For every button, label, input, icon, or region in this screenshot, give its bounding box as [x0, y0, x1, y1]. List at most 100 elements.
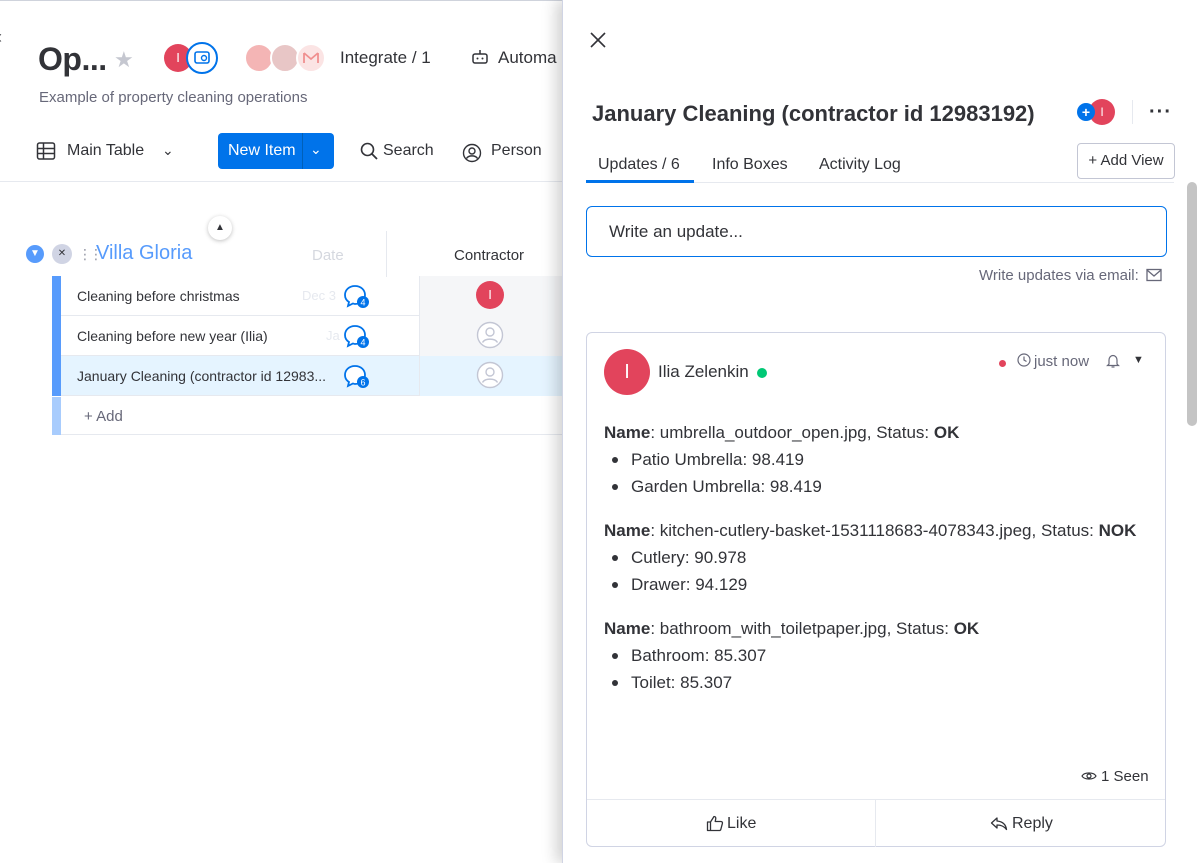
detection-item: Patio Umbrella: 98.419: [604, 446, 1144, 473]
empty-person-icon: [476, 361, 504, 389]
integrations-icons[interactable]: [244, 43, 330, 73]
search-icon: [360, 142, 378, 160]
entry-filename: umbrella_outdoor_open.jpg: [659, 423, 867, 442]
panel-scrollbar[interactable]: [1187, 182, 1197, 426]
name-label: Name: [604, 423, 651, 442]
unread-dot: [999, 360, 1006, 367]
table-row[interactable]: Cleaning before new year (Ilia) Ja 4: [52, 316, 562, 356]
header-divider: [1132, 100, 1133, 124]
item-title[interactable]: January Cleaning (contractor id 12983192…: [592, 101, 1035, 127]
board-viewers-icon[interactable]: [186, 42, 218, 74]
item-name[interactable]: January Cleaning (contractor id 12983...: [77, 368, 326, 384]
tab-updates[interactable]: Updates / 6: [598, 156, 680, 174]
post-menu-caret-icon[interactable]: ▼: [1133, 354, 1144, 366]
item-date: Ja: [326, 328, 340, 343]
contractor-cell[interactable]: [419, 316, 562, 356]
seen-count[interactable]: 1 Seen: [1101, 768, 1149, 785]
integrate-button[interactable]: Integrate / 1: [340, 48, 431, 68]
post-body: Name: umbrella_outdoor_open.jpg, Status:…: [604, 419, 1144, 713]
status-label: Status: [896, 619, 945, 638]
automate-button[interactable]: Automa: [498, 48, 557, 68]
tab-activity-log[interactable]: Activity Log: [819, 156, 901, 174]
email-updates-link[interactable]: Write updates via email:: [979, 267, 1139, 284]
item-name[interactable]: Cleaning before new year (Ilia): [77, 328, 268, 344]
detection-entry: Name: bathroom_with_toiletpaper.jpg, Sta…: [604, 615, 1144, 696]
gmail-icon: [296, 43, 326, 73]
table-row[interactable]: Cleaning before christmas Dec 3 4 I: [52, 276, 562, 316]
contractor-cell[interactable]: I: [419, 276, 562, 316]
star-icon[interactable]: ★: [114, 47, 134, 73]
detection-entry: Name: kitchen-cutlery-basket-1531118683-…: [604, 517, 1144, 598]
new-item-button[interactable]: New Item ⌄: [218, 133, 334, 169]
reply-label: Reply: [1012, 815, 1053, 832]
updates-count: 4: [360, 298, 365, 308]
group-color-bar: [52, 276, 61, 316]
back-chevron-icon[interactable]: ‹: [0, 27, 14, 49]
search-button[interactable]: Search: [383, 142, 434, 160]
entry-status: OK: [933, 423, 960, 442]
like-button[interactable]: Like: [587, 800, 876, 847]
online-status-dot: [757, 368, 767, 378]
group-collapse-icon[interactable]: ▼: [26, 245, 44, 263]
new-item-dropdown-icon[interactable]: ⌄: [310, 141, 322, 158]
date-column-header[interactable]: Date: [312, 247, 344, 264]
board-area: ‹ Op... ★ I Integrate / 1 Automa Example…: [0, 0, 562, 863]
more-options-icon[interactable]: ···: [1149, 101, 1172, 124]
eye-icon: [1081, 772, 1097, 780]
detection-item: Garden Umbrella: 98.419: [604, 473, 1144, 500]
toolbar-divider: [0, 181, 562, 182]
add-item-label[interactable]: + Add: [84, 408, 123, 425]
detection-item: Drawer: 94.129: [604, 571, 1144, 598]
subscribers[interactable]: + I: [1077, 99, 1115, 125]
collapse-all-icon[interactable]: ✕: [52, 244, 72, 264]
contractor-column-header[interactable]: Contractor: [386, 231, 562, 277]
column-resize-handle-icon[interactable]: ▲: [208, 216, 232, 240]
item-updates-panel: January Cleaning (contractor id 12983192…: [562, 0, 1200, 863]
reply-arrow-icon: [990, 817, 1008, 831]
add-view-button[interactable]: + Add View: [1077, 143, 1175, 179]
group-title[interactable]: Villa Gloria: [96, 242, 192, 265]
like-label: Like: [727, 815, 757, 832]
add-subscriber-icon[interactable]: +: [1077, 103, 1095, 121]
name-label: Name: [604, 619, 651, 638]
reply-button[interactable]: Reply: [876, 800, 1165, 847]
split-divider: [302, 133, 303, 169]
post-actions: Like Reply: [587, 799, 1165, 847]
updates-bubble-icon[interactable]: 4: [342, 322, 370, 350]
status-label: Status: [876, 423, 925, 442]
thumbs-up-icon: [706, 815, 724, 832]
updates-count: 4: [360, 338, 365, 348]
empty-person-icon: [476, 321, 504, 349]
write-update-input[interactable]: [586, 206, 1167, 257]
clock-icon: [1017, 353, 1031, 367]
item-name[interactable]: Cleaning before christmas: [77, 288, 240, 304]
entry-status: OK: [953, 619, 980, 638]
board-title[interactable]: Op...: [38, 41, 107, 78]
board-description: Example of property cleaning operations: [39, 89, 308, 106]
tab-info-boxes[interactable]: Info Boxes: [712, 156, 788, 174]
robot-icon: [472, 50, 488, 64]
updates-bubble-icon[interactable]: 4: [342, 282, 370, 310]
mail-icon[interactable]: [1146, 268, 1162, 282]
main-table-view[interactable]: Main Table: [67, 142, 144, 160]
table-icon: [36, 142, 56, 160]
updates-bubble-icon[interactable]: 6: [342, 362, 370, 390]
bell-icon[interactable]: [1105, 353, 1121, 369]
group-color-bar: [52, 316, 61, 356]
add-item-row[interactable]: + Add: [52, 397, 562, 435]
person-filter-button[interactable]: Person: [491, 142, 542, 160]
person-icon: [462, 143, 482, 163]
contractor-cell[interactable]: [419, 356, 562, 396]
entry-filename: kitchen-cutlery-basket-1531118683-407834…: [659, 521, 1032, 540]
status-label: Status: [1040, 521, 1090, 540]
author-avatar[interactable]: I: [604, 349, 650, 395]
close-icon[interactable]: [589, 31, 607, 49]
contractor-header-label: Contractor: [454, 247, 525, 264]
post-timestamp: just now: [1034, 353, 1090, 370]
detection-entry: Name: umbrella_outdoor_open.jpg, Status:…: [604, 419, 1144, 500]
name-label: Name: [604, 521, 651, 540]
chevron-down-icon[interactable]: ⌄: [162, 142, 174, 159]
table-row-selected[interactable]: January Cleaning (contractor id 12983...…: [52, 356, 562, 396]
author-name[interactable]: Ilia Zelenkin: [658, 362, 749, 382]
new-item-label: New Item: [228, 142, 296, 159]
